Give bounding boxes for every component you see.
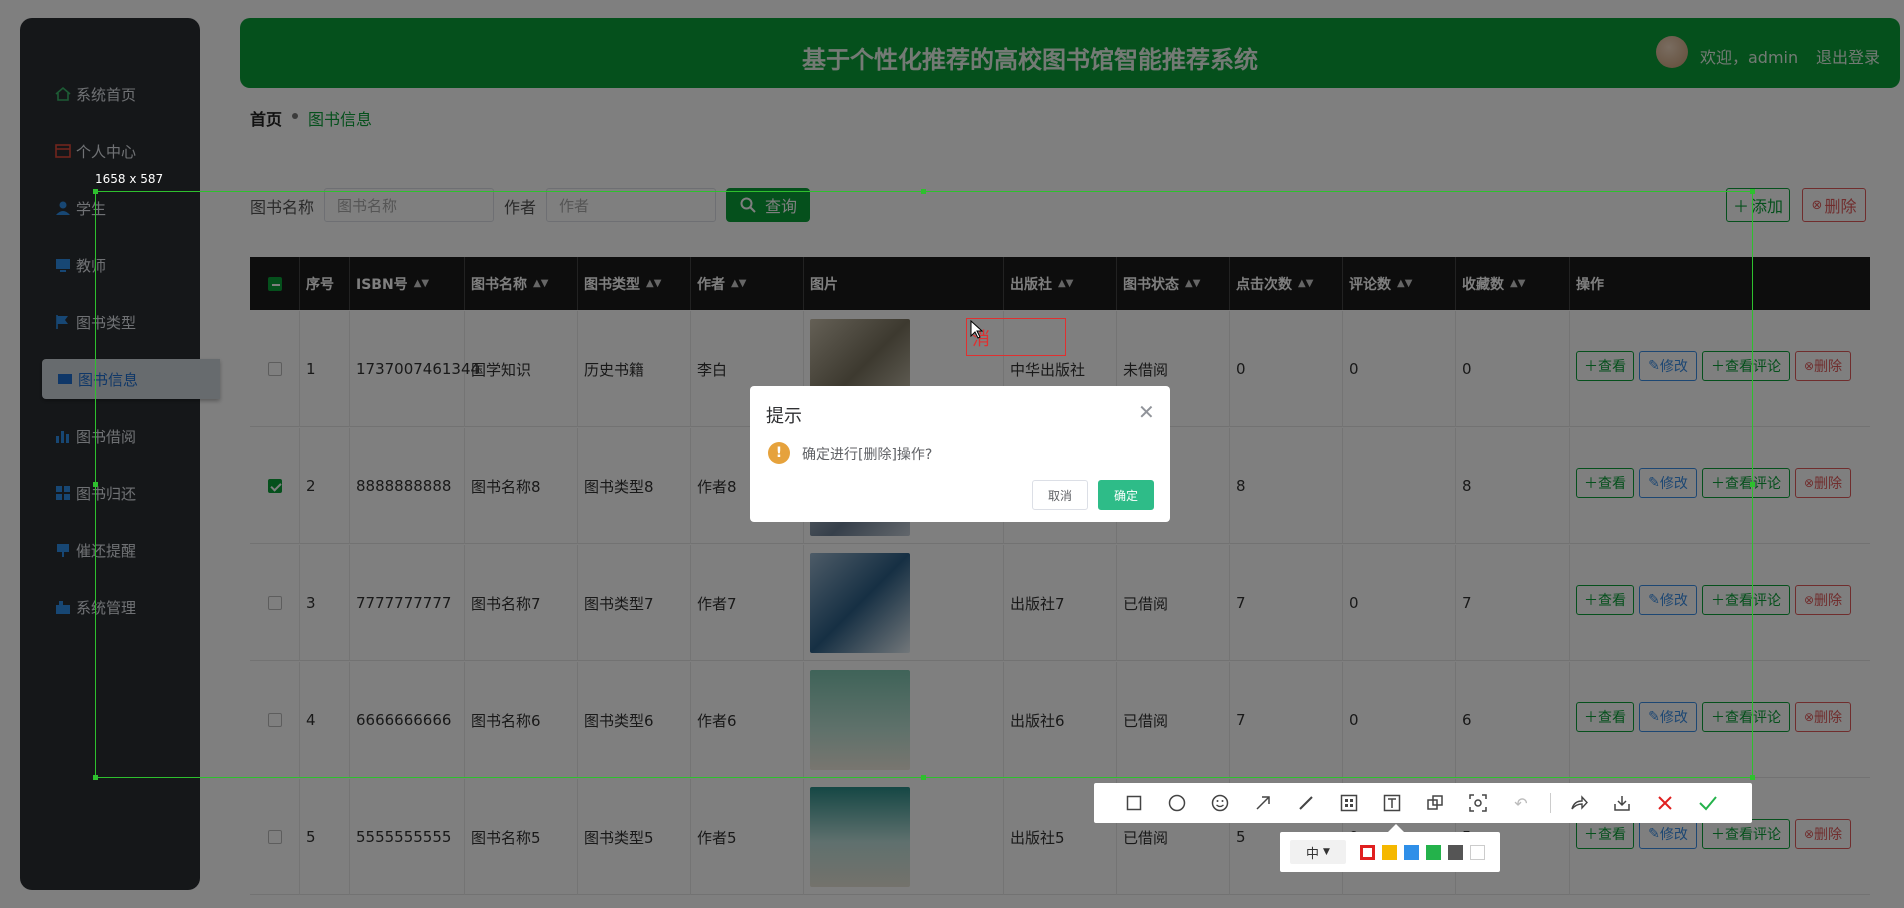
color-swatch-yellow[interactable] xyxy=(1382,845,1397,860)
rectangle-tool-icon[interactable] xyxy=(1124,793,1144,813)
ellipse-tool-icon[interactable] xyxy=(1167,793,1187,813)
cancel-button[interactable]: 取消 xyxy=(1032,480,1088,510)
chevron-down-icon: ▼ xyxy=(1323,847,1330,857)
dialog-message: 确定进行[删除]操作? xyxy=(802,447,933,463)
color-swatch-blue[interactable] xyxy=(1404,845,1419,860)
mosaic-tool-icon[interactable] xyxy=(1339,793,1359,813)
toolbar-divider xyxy=(1550,793,1551,813)
pen-tool-icon[interactable] xyxy=(1296,793,1316,813)
cursor-icon xyxy=(970,320,984,339)
selection-size-label: 1658 x 587 xyxy=(95,172,164,186)
emoji-tool-icon[interactable] xyxy=(1210,793,1230,813)
selection-handle[interactable] xyxy=(1750,189,1755,194)
screenshot-toolbar: ↶ xyxy=(1094,783,1752,823)
selection-handle[interactable] xyxy=(93,189,98,194)
share-icon[interactable] xyxy=(1569,793,1589,813)
close-icon[interactable] xyxy=(1655,793,1675,813)
text-tool-icon[interactable] xyxy=(1382,793,1402,813)
close-icon[interactable]: ✕ xyxy=(1138,400,1155,424)
ocr-tool-icon[interactable] xyxy=(1468,793,1488,813)
color-swatch-green[interactable] xyxy=(1426,845,1441,860)
color-swatch-red[interactable] xyxy=(1360,845,1375,860)
font-size-select[interactable]: 中 ▼ xyxy=(1290,840,1346,864)
confirm-dialog: 提示 ✕ ! 确定进行[删除]操作? 取消 确定 xyxy=(750,386,1170,522)
selection-handle[interactable] xyxy=(1750,482,1755,487)
pin-tool-icon[interactable] xyxy=(1425,793,1445,813)
selection-handle[interactable] xyxy=(1750,775,1755,780)
selection-handle[interactable] xyxy=(921,189,926,194)
selection-handle[interactable] xyxy=(921,775,926,780)
confirm-check-icon[interactable] xyxy=(1698,793,1718,813)
selection-handle[interactable] xyxy=(93,482,98,487)
undo-icon[interactable]: ↶ xyxy=(1511,793,1531,813)
text-style-toolbar: 中 ▼ xyxy=(1280,824,1500,872)
arrow-tool-icon[interactable] xyxy=(1253,793,1273,813)
selection-handle[interactable] xyxy=(93,775,98,780)
dialog-title: 提示 xyxy=(766,406,802,427)
download-icon[interactable] xyxy=(1612,793,1632,813)
confirm-button[interactable]: 确定 xyxy=(1098,480,1154,510)
warning-icon: ! xyxy=(768,442,790,464)
color-swatch-gray[interactable] xyxy=(1448,845,1463,860)
color-swatch-white[interactable] xyxy=(1470,845,1485,860)
